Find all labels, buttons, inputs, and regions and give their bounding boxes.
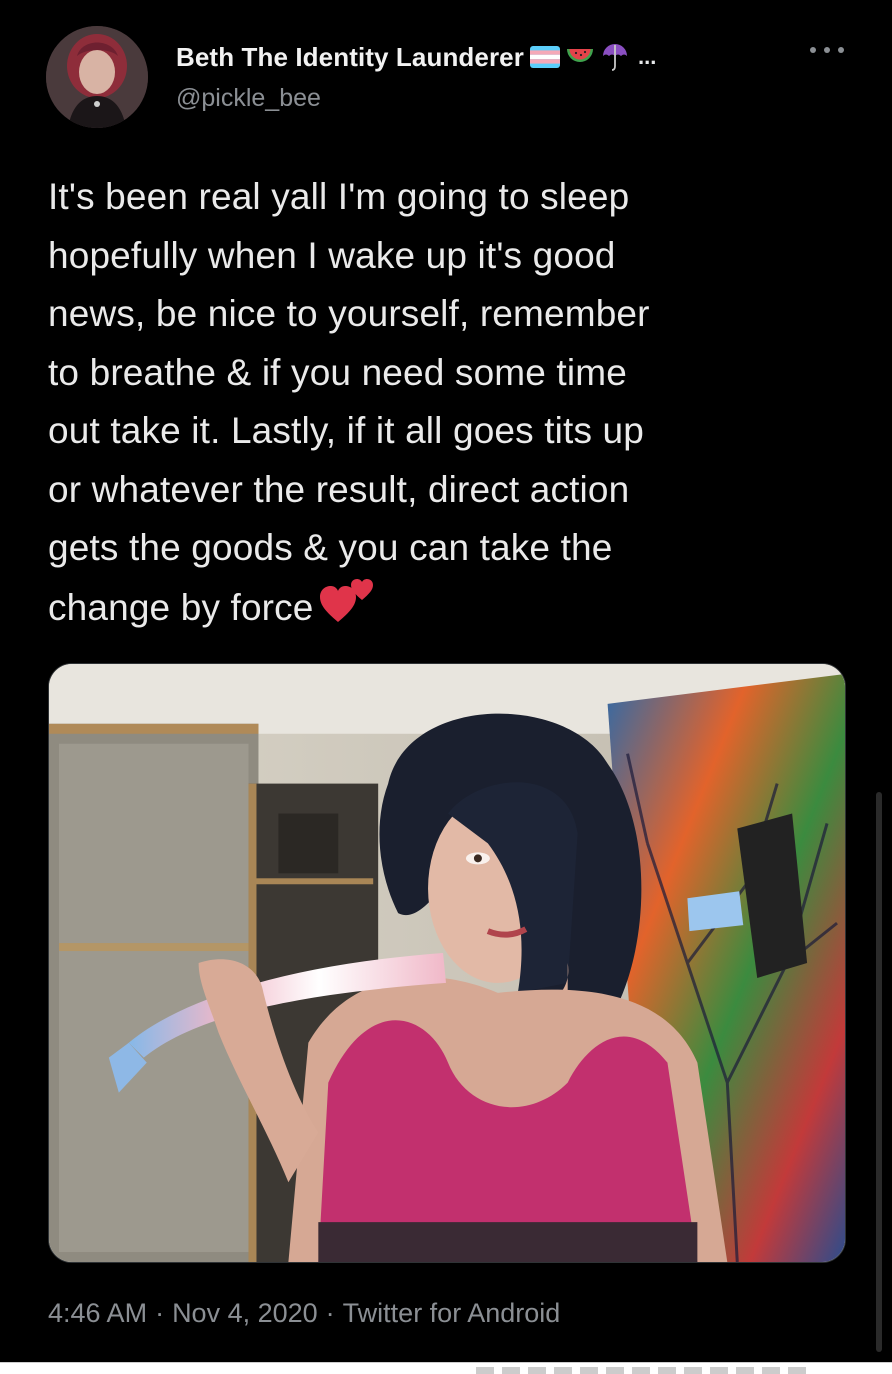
tweet-time[interactable]: 4:46 AM (48, 1298, 147, 1328)
meta-separator: · (155, 1298, 165, 1328)
tweet-line: to breathe & if you need some time (48, 351, 627, 393)
meta-separator: · (325, 1298, 335, 1328)
author-name-row[interactable]: Beth The Identity Launderer ... (176, 40, 656, 74)
screen: Beth The Identity Launderer ... @pickle_… (0, 0, 892, 1374)
tweet-photo[interactable] (48, 663, 846, 1263)
author-handle[interactable]: @pickle_bee (176, 84, 321, 113)
tweet-line: out take it. Lastly, if it all goes tits… (48, 410, 644, 451)
photo-image (49, 664, 845, 1262)
tweet-line: gets the goods & you can take the (48, 527, 613, 568)
cropped-text-fragment (476, 1367, 806, 1374)
watermelon-icon (566, 46, 594, 68)
tweet-line: or whatever the result, direct action (48, 468, 630, 510)
tweet-text: It's been real yall I'm going to sleep h… (48, 168, 868, 641)
avatar-image (46, 26, 148, 128)
two-hearts-icon (319, 578, 376, 642)
name-truncation: ... (637, 44, 657, 69)
tweet-source[interactable]: Twitter for Android (343, 1298, 561, 1328)
tweet-meta: 4:46 AM · Nov 4, 2020 · Twitter for Android (48, 1298, 560, 1329)
transgender-flag-icon (529, 46, 560, 68)
display-name[interactable]: Beth The Identity Launderer (176, 42, 524, 73)
scrollbar[interactable] (876, 792, 882, 1352)
more-options-icon[interactable] (806, 38, 848, 62)
tweet-line: hopefully when I wake up it's good (48, 234, 616, 276)
tweet-line: change by force (48, 586, 314, 628)
avatar[interactable] (46, 26, 148, 128)
umbrella-icon (600, 42, 630, 72)
tweet-line: news, be nice to yourself, remember (48, 293, 650, 334)
bottom-cropped-strip (0, 1362, 892, 1374)
tweet-line: It's been real yall I'm going to sleep (48, 176, 630, 217)
tweet-line-last: change by force (48, 578, 868, 642)
tweet-card[interactable]: Beth The Identity Launderer ... @pickle_… (0, 0, 892, 1362)
tweet-date[interactable]: Nov 4, 2020 (172, 1298, 318, 1328)
